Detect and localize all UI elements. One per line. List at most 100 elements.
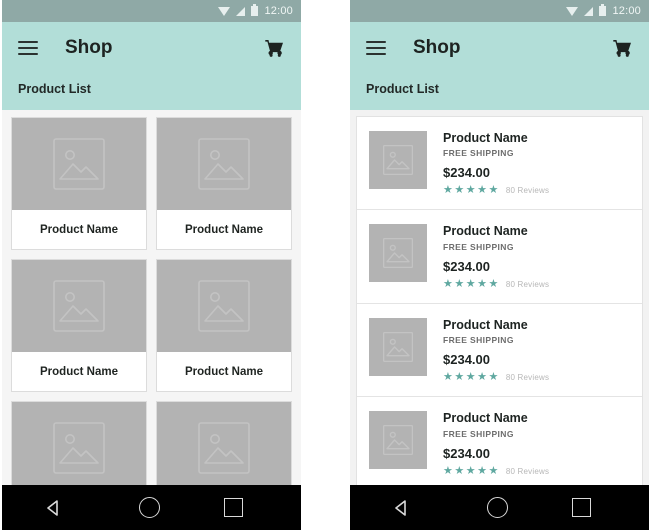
- image-placeholder-icon: [383, 145, 413, 175]
- android-nav-bar: [350, 485, 649, 530]
- home-icon[interactable]: [139, 497, 161, 518]
- product-list-container: Product Name FREE SHIPPING $234.00 ★★★★★…: [350, 110, 649, 485]
- grid-product-card[interactable]: Product Name: [11, 401, 147, 485]
- wifi-icon: [218, 6, 231, 16]
- image-placeholder-icon: [53, 422, 105, 474]
- price-label: $234.00: [443, 258, 490, 274]
- product-image-placeholder: [369, 317, 427, 376]
- product-name-label: Product Name: [185, 365, 263, 378]
- product-list: Product Name FREE SHIPPING $234.00 ★★★★★…: [356, 116, 643, 485]
- star-rating-icon: ★★★★★: [443, 464, 500, 477]
- product-name-label: Product Name: [40, 223, 118, 236]
- review-count-label: 80 Reviews: [505, 186, 550, 196]
- price-label: $234.00: [443, 445, 490, 461]
- product-image-placeholder: [369, 224, 427, 283]
- image-placeholder-icon: [383, 425, 413, 456]
- image-placeholder-icon: [383, 238, 413, 269]
- product-name-label: Product Name: [185, 223, 263, 236]
- shipping-label: FREE SHIPPING: [443, 148, 514, 159]
- star-rating-icon: ★★★★★: [443, 277, 500, 290]
- list-item[interactable]: Product Name FREE SHIPPING $234.00 ★★★★★…: [357, 397, 642, 485]
- product-image-placeholder: [12, 402, 146, 485]
- list-item-info: Product Name FREE SHIPPING $234.00 ★★★★★…: [443, 224, 630, 289]
- shopping-cart-icon[interactable]: [611, 36, 635, 60]
- product-grid: Product Name Product Name Product Name P…: [11, 117, 292, 485]
- list-item[interactable]: Product Name FREE SHIPPING $234.00 ★★★★★…: [357, 117, 642, 211]
- app-bar: Shop Product List: [2, 22, 301, 110]
- product-name-label: Product Name: [443, 317, 528, 332]
- home-icon[interactable]: [487, 497, 509, 518]
- back-icon[interactable]: [47, 498, 76, 518]
- recents-icon[interactable]: [224, 498, 244, 517]
- shipping-label: FREE SHIPPING: [443, 241, 514, 252]
- rating-row: ★★★★★ 80 Reviews: [443, 185, 630, 196]
- status-bar: 12:00: [350, 0, 649, 22]
- phone-grid-mockup: 12:00 Shop Product List Product Name Pro…: [2, 0, 301, 530]
- grid-product-card[interactable]: Product Name: [156, 401, 292, 485]
- signal-icon: [584, 6, 594, 16]
- list-item-info: Product Name FREE SHIPPING $234.00 ★★★★★…: [443, 131, 630, 196]
- image-placeholder-icon: [53, 280, 105, 332]
- grid-product-card[interactable]: Product Name: [11, 117, 147, 250]
- rating-row: ★★★★★ 80 Reviews: [443, 464, 630, 477]
- phone-list-mockup: 12:00 Shop Product List Product Name FRE…: [350, 0, 649, 530]
- product-image-placeholder: [369, 411, 427, 470]
- product-name-label: Product Name: [443, 224, 528, 239]
- price-label: $234.00: [443, 352, 490, 368]
- image-placeholder-icon: [383, 331, 413, 362]
- battery-icon: [251, 4, 259, 16]
- product-image-placeholder: [12, 118, 146, 210]
- grid-product-card[interactable]: Product Name: [156, 117, 292, 250]
- recents-icon[interactable]: [572, 498, 592, 517]
- image-placeholder-icon: [198, 422, 250, 474]
- list-item[interactable]: Product Name FREE SHIPPING $234.00 ★★★★★…: [357, 304, 642, 398]
- page-title: Shop: [413, 37, 461, 58]
- product-image-placeholder: [369, 131, 427, 189]
- product-image-placeholder: [12, 260, 146, 352]
- product-name-label: Product Name: [40, 365, 118, 378]
- battery-icon: [599, 4, 607, 16]
- rating-row: ★★★★★ 80 Reviews: [443, 277, 630, 290]
- status-bar-icons: 12:00: [566, 4, 641, 17]
- app-bar: Shop Product List: [350, 22, 649, 110]
- page-title: Shop: [65, 37, 113, 58]
- status-bar-clock: 12:00: [264, 5, 293, 17]
- app-bar-row: Shop: [2, 22, 301, 74]
- app-bar-row: Shop: [350, 22, 649, 74]
- grid-product-card[interactable]: Product Name: [11, 259, 147, 392]
- image-placeholder-icon: [198, 138, 250, 190]
- star-rating-icon: ★★★★★: [443, 371, 500, 384]
- product-image-placeholder: [157, 260, 291, 352]
- back-icon[interactable]: [395, 498, 424, 518]
- shopping-cart-icon[interactable]: [263, 36, 287, 60]
- grid-screen: 12:00 Shop Product List Product Name Pro…: [2, 0, 301, 530]
- list-item-info: Product Name FREE SHIPPING $234.00 ★★★★★…: [443, 318, 630, 383]
- android-nav-bar: [2, 485, 301, 530]
- sub-header-label: Product List: [366, 82, 439, 96]
- list-screen: 12:00 Shop Product List Product Name FRE…: [350, 0, 649, 530]
- status-bar-icons: 12:00: [218, 4, 293, 17]
- product-name-label: Product Name: [443, 411, 528, 426]
- rating-row: ★★★★★ 80 Reviews: [443, 372, 630, 383]
- product-image-placeholder: [157, 118, 291, 210]
- hamburger-menu-icon[interactable]: [18, 41, 38, 55]
- status-bar-clock: 12:00: [612, 5, 641, 17]
- shipping-label: FREE SHIPPING: [443, 335, 514, 346]
- product-grid-container: Product Name Product Name Product Name P…: [2, 110, 301, 485]
- image-placeholder-icon: [198, 280, 250, 332]
- list-item-info: Product Name FREE SHIPPING $234.00 ★★★★★…: [443, 411, 630, 476]
- status-bar: 12:00: [2, 0, 301, 22]
- sub-header-label: Product List: [18, 82, 91, 96]
- review-count-label: 80 Reviews: [505, 466, 550, 476]
- hamburger-menu-icon[interactable]: [366, 41, 386, 55]
- wifi-icon: [566, 6, 579, 16]
- shipping-label: FREE SHIPPING: [443, 428, 514, 439]
- product-image-placeholder: [157, 402, 291, 485]
- star-rating-icon: ★★★★★: [443, 184, 500, 197]
- signal-icon: [236, 6, 246, 16]
- list-item[interactable]: Product Name FREE SHIPPING $234.00 ★★★★★…: [357, 210, 642, 304]
- price-label: $234.00: [443, 165, 490, 181]
- product-name-label: Product Name: [443, 131, 528, 145]
- image-placeholder-icon: [53, 138, 105, 190]
- grid-product-card[interactable]: Product Name: [156, 259, 292, 392]
